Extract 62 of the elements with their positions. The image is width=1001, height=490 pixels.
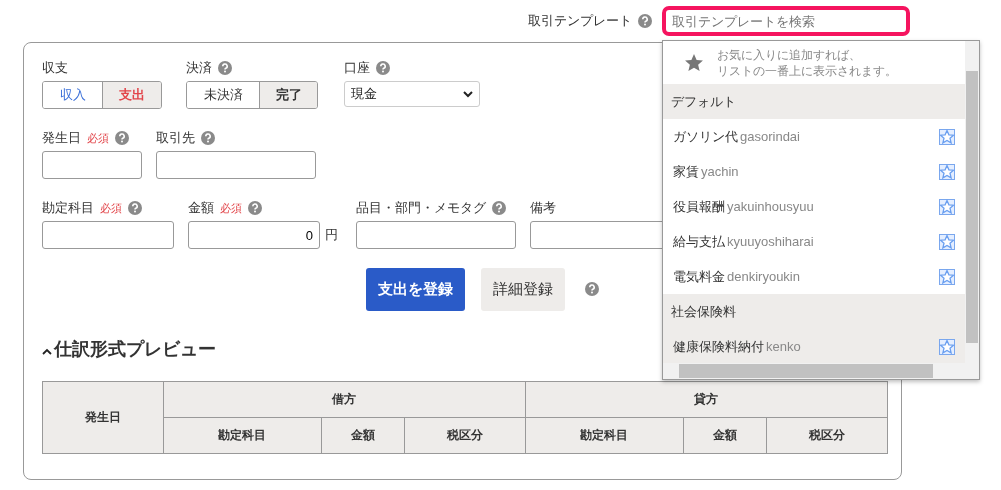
help-icon[interactable] xyxy=(638,14,652,28)
input-field[interactable] xyxy=(356,221,516,249)
field-label: 備考 xyxy=(530,199,556,217)
table-header: 税区分 xyxy=(404,417,526,454)
input-field[interactable] xyxy=(156,151,316,179)
chevron-down-icon xyxy=(463,90,473,98)
hint-text: お気に入りに追加すれば、 xyxy=(717,46,861,63)
required-mark: 必須 xyxy=(220,200,242,216)
favorite-star-icon[interactable] xyxy=(939,268,955,285)
input-field[interactable] xyxy=(42,221,174,249)
search-field[interactable]: 取引テンプレートを検索 xyxy=(662,6,910,36)
unit-label: 円 xyxy=(325,226,338,244)
vertical-scrollbar[interactable] xyxy=(965,41,979,363)
table-header: 貸方 xyxy=(525,381,888,418)
field-label: 口座 xyxy=(344,59,370,77)
required-mark: 必須 xyxy=(100,200,122,216)
field-label: 発生日 xyxy=(42,129,81,147)
detail-button[interactable]: 詳細登録 xyxy=(481,267,565,311)
table-header: 借方 xyxy=(163,381,526,418)
account-select[interactable]: 現金 xyxy=(344,81,480,107)
template-item[interactable]: 健康保険料納付 kenko xyxy=(663,329,965,363)
required-mark: 必須 xyxy=(87,130,109,146)
favorite-star-icon[interactable] xyxy=(939,338,955,355)
help-icon[interactable] xyxy=(376,61,390,75)
table-header: 発生日 xyxy=(42,381,164,454)
table-header: 税区分 xyxy=(766,417,888,454)
template-item[interactable]: 家賃yachin xyxy=(663,154,965,189)
field-label: 品目・部門・メモタグ xyxy=(356,199,486,217)
field-label: 勘定科目 xyxy=(42,199,94,217)
preview-toggle[interactable]: 仕訳形式プレビュー xyxy=(42,337,216,361)
table-header: 金額 xyxy=(321,417,405,454)
group-header: デフォルト xyxy=(663,84,965,119)
hint-text: リストの一番上に表示されます。 xyxy=(717,62,897,79)
template-label: 取引テンプレート xyxy=(528,12,632,30)
field-label: 金額 xyxy=(188,199,214,217)
amount-field[interactable]: 0 xyxy=(188,221,320,249)
favorite-star-icon[interactable] xyxy=(939,233,955,250)
help-icon[interactable] xyxy=(218,61,232,75)
group-header: 社会保険料 xyxy=(663,294,965,329)
template-item[interactable]: 給与支払 kyuuyoshiharai xyxy=(663,224,965,259)
table-header: 金額 xyxy=(683,417,767,454)
help-icon[interactable] xyxy=(492,201,506,215)
table-header: 勘定科目 xyxy=(163,417,322,454)
template-item[interactable]: 役員報酬 yakuinhousyuu xyxy=(663,189,965,224)
favorite-star-icon[interactable] xyxy=(939,128,955,145)
template-item[interactable]: ガソリン代gasorindai xyxy=(663,119,965,154)
help-icon[interactable] xyxy=(115,131,129,145)
help-icon[interactable] xyxy=(585,282,599,296)
favorite-star-icon[interactable] xyxy=(939,198,955,215)
help-icon[interactable] xyxy=(248,201,262,215)
help-icon[interactable] xyxy=(128,201,142,215)
template-item[interactable]: 電気料金 denkiryoukin xyxy=(663,259,965,294)
input-field[interactable] xyxy=(42,151,142,179)
register-button[interactable]: 支出を登録 xyxy=(366,267,465,311)
table-header: 勘定科目 xyxy=(525,417,684,454)
toggle-option[interactable]: 完了 xyxy=(259,82,317,108)
field-label: 決済 xyxy=(186,59,212,77)
horizontal-scrollbar[interactable] xyxy=(663,363,979,379)
help-icon[interactable] xyxy=(201,131,215,145)
field-label: 取引先 xyxy=(156,129,195,147)
favorite-star-icon[interactable] xyxy=(939,163,955,180)
field-label: 収支 xyxy=(42,59,68,77)
